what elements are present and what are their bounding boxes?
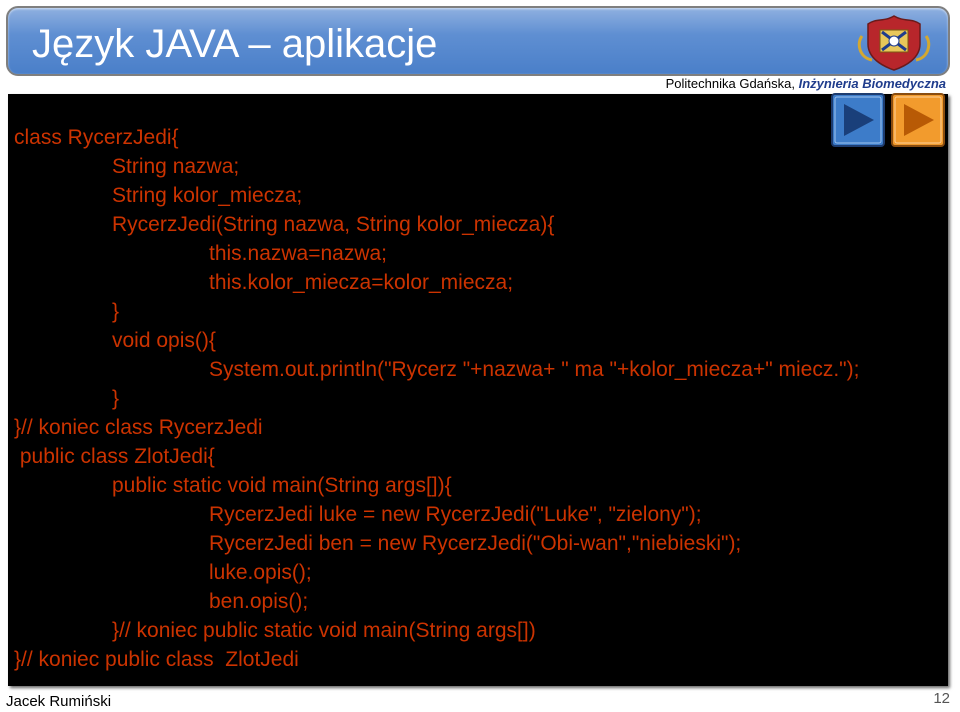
- code-line: luke.opis();: [209, 561, 312, 584]
- code-line: }: [112, 387, 120, 410]
- code-line: }// koniec class RycerzJedi: [14, 416, 263, 439]
- page-number: 12: [933, 690, 950, 707]
- code-line: RycerzJedi luke = new RycerzJedi("Luke",…: [209, 503, 702, 526]
- code-line: System.out.println("Rycerz "+nazwa+ " ma…: [209, 358, 860, 381]
- university-crest-icon: [857, 15, 931, 71]
- code-line: ben.opis();: [209, 590, 309, 613]
- code-line: void opis(){: [112, 329, 216, 352]
- code-heading: Kod programu: ZlotJedi.java: [14, 97, 299, 120]
- code-line: }// koniec public static void main(Strin…: [112, 619, 536, 642]
- code-line: this.nazwa=nazwa;: [209, 242, 388, 265]
- code-line: this.kolor_miecza=kolor_miecza;: [209, 271, 514, 294]
- code-line: }// koniec public class ZlotJedi: [14, 648, 299, 671]
- code-line: String kolor_miecza;: [112, 184, 303, 207]
- code-line: class RycerzJedi{: [14, 126, 179, 149]
- code-line: public static void main(String args[]){: [112, 474, 452, 497]
- affiliation-main: Politechnika Gdańska,: [665, 76, 795, 91]
- slide-title: Język JAVA – aplikacje: [32, 22, 438, 66]
- code-line: public class ZlotJedi{: [14, 445, 215, 468]
- author: Jacek Rumiński: [6, 693, 112, 710]
- code-line: RycerzJedi ben = new RycerzJedi("Obi-wan…: [209, 532, 742, 555]
- code-line: RycerzJedi(String nazwa, String kolor_mi…: [112, 213, 555, 236]
- code-line: }: [112, 300, 120, 323]
- code-line: String nazwa;: [112, 155, 240, 178]
- play-icon[interactable]: [890, 92, 946, 148]
- title-bar: Język JAVA – aplikacje: [6, 6, 950, 76]
- affiliation: Politechnika Gdańska, Inżynieria Biomedy…: [666, 76, 946, 91]
- play-reverse-icon[interactable]: [830, 92, 886, 148]
- affiliation-dept: Inżynieria Biomedyczna: [798, 76, 946, 91]
